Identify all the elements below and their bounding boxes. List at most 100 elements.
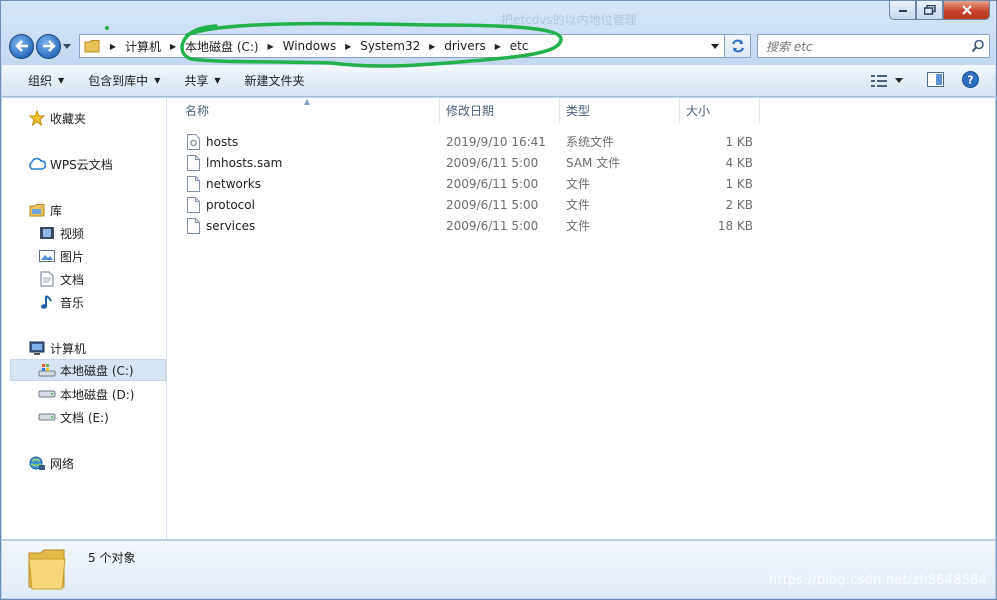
file-size: 1 KB [725, 134, 753, 149]
breadcrumb-windows[interactable]: Windows [280, 39, 340, 53]
maximize-button[interactable] [916, 1, 943, 20]
file-name: services [206, 218, 256, 233]
file-name-cell: lmhosts.sam [185, 152, 282, 173]
column-header-type[interactable]: 类型 [560, 98, 680, 123]
view-controls: ? [871, 65, 979, 96]
file-type: 文件 [566, 177, 591, 191]
sidebar-item-computer[interactable]: 计算机 [2, 337, 166, 359]
file-name-cell: protocol [185, 194, 255, 215]
breadcrumb-drive-c[interactable]: 本地磁盘 (C:) [182, 38, 262, 55]
sidebar-item-drive-c[interactable]: 本地磁盘 (C:) [10, 359, 166, 381]
minimize-button[interactable] [889, 1, 916, 20]
table-row[interactable]: hosts 2019/9/10 16:41 系统文件 1 KB [185, 131, 765, 152]
change-view-button[interactable] [871, 74, 903, 87]
breadcrumb-separator-icon[interactable]: ▶ [339, 42, 357, 51]
breadcrumb-etc[interactable]: etc [507, 39, 532, 53]
back-arrow-icon [14, 40, 28, 52]
folder-icon [26, 547, 68, 594]
back-button[interactable] [9, 33, 34, 59]
explorer-window: 把etcdvs的以内地位管理 ▶ 计算机 ▶ 本地磁盘 (C:) ▶ Windo… [0, 0, 997, 600]
chevron-down-icon: ▼ [154, 76, 161, 85]
details-pane: 5 个对象 https://blog.csdn.net/zh5648584 [2, 540, 995, 598]
sidebar-item-music[interactable]: 音乐 [2, 291, 166, 313]
sidebar-item-favorites[interactable]: 收藏夹 [2, 107, 166, 129]
refresh-icon [731, 39, 744, 53]
preview-pane-button[interactable] [927, 71, 944, 90]
refresh-button[interactable] [725, 34, 751, 58]
share-label: 共享 [184, 74, 209, 88]
navigation-pane: 收藏夹 WPS云文档 库 视频 图片 文档 音乐 计算机 本地磁盘 (C:) 本… [2, 98, 167, 539]
sidebar-item-network[interactable]: 网络 [2, 452, 166, 474]
sidebar-item-libraries[interactable]: 库 [2, 199, 166, 221]
new-folder-button[interactable]: 新建文件夹 [233, 65, 317, 96]
navigation-bar: ▶ 计算机 ▶ 本地磁盘 (C:) ▶ Windows ▶ System32 ▶… [9, 31, 990, 61]
file-size: 1 KB [725, 176, 753, 191]
recent-pages-dropdown[interactable] [61, 34, 73, 59]
restore-icon [923, 5, 936, 15]
organize-menu[interactable]: 组织 ▼ [16, 65, 76, 96]
file-name-cell: hosts [185, 131, 238, 152]
command-bar: 组织 ▼ 包含到库中 ▼ 共享 ▼ 新建文件夹 ? [2, 65, 995, 97]
file-icon [185, 217, 201, 234]
search-box[interactable]: 搜索 etc [757, 34, 990, 58]
breadcrumb-separator-icon[interactable]: ▶ [104, 42, 122, 51]
include-in-library-menu[interactable]: 包含到库中 ▼ [76, 65, 172, 96]
sidebar-item-pictures[interactable]: 图片 [2, 245, 166, 267]
sidebar-item-documents[interactable]: 文档 [2, 268, 166, 290]
sidebar-item-label: 库 [50, 203, 63, 218]
forward-arrow-icon [42, 40, 56, 52]
address-history-dropdown[interactable] [706, 35, 724, 57]
sidebar-item-label: WPS云文档 [50, 157, 113, 172]
network-icon [28, 454, 46, 472]
address-bar[interactable]: ▶ 计算机 ▶ 本地磁盘 (C:) ▶ Windows ▶ System32 ▶… [79, 34, 725, 58]
file-name: hosts [206, 134, 239, 149]
picture-icon [38, 247, 56, 265]
breadcrumb-separator-icon[interactable]: ▶ [489, 42, 507, 51]
watermark-text: https://blog.csdn.net/zh5648584 [768, 573, 987, 588]
star-icon [28, 109, 46, 127]
file-icon [185, 175, 201, 192]
close-button[interactable] [943, 1, 990, 20]
sidebar-item-videos[interactable]: 视频 [2, 222, 166, 244]
organize-label: 组织 [28, 74, 53, 88]
table-row[interactable]: lmhosts.sam 2009/6/11 5:00 SAM 文件 4 KB [185, 152, 765, 173]
file-icon [185, 154, 201, 171]
sidebar-item-drive-e[interactable]: 文档 (E:) [2, 406, 166, 428]
table-row[interactable]: services 2009/6/11 5:00 文件 18 KB [185, 215, 765, 236]
item-count: 5 个对象 [88, 551, 136, 565]
caption-buttons [889, 1, 990, 20]
search-icon[interactable] [967, 39, 989, 53]
cloud-icon [28, 155, 46, 173]
file-type: SAM 文件 [566, 156, 621, 170]
breadcrumb-system32[interactable]: System32 [357, 39, 423, 53]
table-row[interactable]: networks 2009/6/11 5:00 文件 1 KB [185, 173, 765, 194]
system-drive-icon [38, 361, 56, 379]
sidebar-item-label: 文档 [60, 272, 85, 287]
file-size: 2 KB [725, 197, 753, 212]
column-header-date[interactable]: 修改日期 [440, 98, 560, 123]
file-type: 文件 [566, 219, 591, 233]
column-header-name[interactable]: 名称 [179, 98, 440, 123]
forward-button[interactable] [36, 33, 61, 59]
window-title: 把etcdvs的以内地位管理 [501, 13, 637, 27]
help-button[interactable]: ? [962, 70, 979, 91]
sidebar-item-drive-d[interactable]: 本地磁盘 (D:) [2, 383, 166, 405]
include-library-label: 包含到库中 [88, 74, 149, 88]
chevron-down-icon [711, 43, 719, 49]
file-name: protocol [206, 197, 255, 212]
breadcrumb-separator-icon[interactable]: ▶ [262, 42, 280, 51]
breadcrumb-drivers[interactable]: drivers [441, 39, 489, 53]
search-placeholder: 搜索 etc [766, 39, 813, 54]
folder-icon [80, 39, 104, 53]
share-menu[interactable]: 共享 ▼ [172, 65, 232, 96]
breadcrumb-separator-icon[interactable]: ▶ [423, 42, 441, 51]
breadcrumb-separator-icon[interactable]: ▶ [164, 42, 182, 51]
file-name: lmhosts.sam [206, 155, 283, 170]
file-date: 2009/6/11 5:00 [446, 155, 539, 170]
chevron-down-icon: ▼ [58, 76, 65, 85]
breadcrumb-computer[interactable]: 计算机 [122, 38, 164, 55]
column-header-size[interactable]: 大小 [680, 98, 760, 123]
chevron-down-icon [895, 78, 903, 83]
table-row[interactable]: protocol 2009/6/11 5:00 文件 2 KB [185, 194, 765, 215]
sidebar-item-wps[interactable]: WPS云文档 [2, 153, 166, 175]
